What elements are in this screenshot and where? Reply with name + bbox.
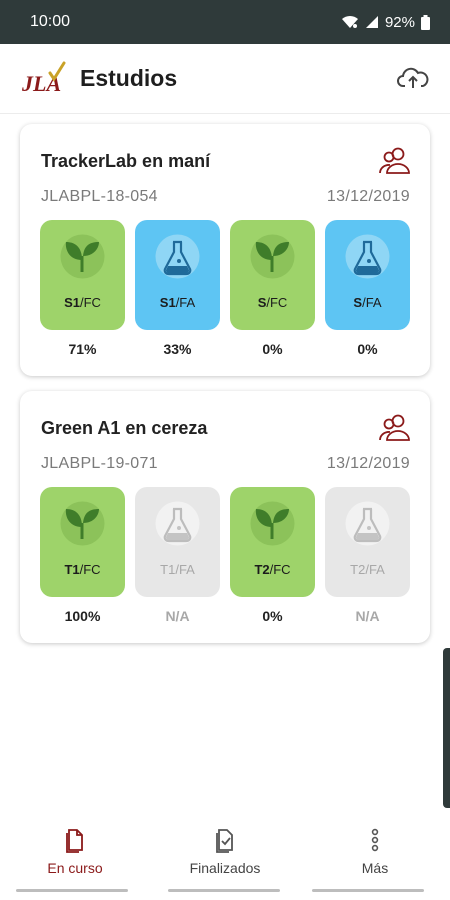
nav-label: Finalizados bbox=[189, 860, 261, 876]
tile-label: T2/FA bbox=[350, 562, 385, 577]
team-icon[interactable] bbox=[378, 146, 412, 176]
study-tiles: S1/FC 71% S1/FA 33% S/FC 0% S/FA 0% bbox=[40, 220, 410, 360]
tile-box[interactable]: S1/FC bbox=[40, 220, 125, 330]
tile-progress: 0% bbox=[262, 608, 283, 624]
tile-label: T2/FC bbox=[254, 562, 291, 577]
tile-label: S/FA bbox=[353, 295, 382, 310]
plant-icon bbox=[250, 234, 295, 279]
study-title: TrackerLab en maní bbox=[41, 151, 211, 171]
study-code: JLABPL-19-071 bbox=[41, 455, 158, 472]
tile-box[interactable]: S1/FA bbox=[135, 220, 220, 330]
study-date: 13/12/2019 bbox=[326, 188, 410, 205]
tile-label: T1/FA bbox=[160, 562, 195, 577]
gesture-bar bbox=[16, 889, 128, 892]
study-card[interactable]: TrackerLab en maní JLABPL-18-054 13/12/2… bbox=[20, 124, 430, 376]
tile-t2-fa[interactable]: T2/FA N/A bbox=[325, 487, 410, 627]
team-icon[interactable] bbox=[378, 413, 412, 443]
tile-progress: 0% bbox=[262, 341, 283, 357]
nav-item-finalizados[interactable]: Finalizados bbox=[150, 826, 300, 876]
tile-t1-fc[interactable]: T1/FC 100% bbox=[40, 487, 125, 627]
plant-icon bbox=[250, 501, 295, 546]
study-card[interactable]: Green A1 en cereza JLABPL-19-071 13/12/2… bbox=[20, 391, 430, 643]
page-title: Estudios bbox=[80, 65, 178, 91]
plant-icon bbox=[60, 234, 105, 279]
nav-item-mas[interactable]: Más bbox=[300, 826, 450, 876]
tile-t1-fa[interactable]: T1/FA N/A bbox=[135, 487, 220, 627]
cloud-upload-button[interactable] bbox=[396, 64, 430, 94]
tile-box[interactable]: T2/FA bbox=[325, 487, 410, 597]
tile-label: T1/FC bbox=[64, 562, 101, 577]
plant-icon bbox=[60, 501, 105, 546]
tile-box[interactable]: S/FA bbox=[325, 220, 410, 330]
tile-s-fc[interactable]: S/FC 0% bbox=[230, 220, 315, 360]
edge-panel-handle[interactable] bbox=[443, 648, 450, 808]
battery-icon bbox=[421, 14, 430, 30]
tile-label: S1/FC bbox=[64, 295, 101, 310]
tile-box[interactable]: T1/FA bbox=[135, 487, 220, 597]
gesture-bar bbox=[312, 889, 424, 892]
status-bar: 10:00 92% bbox=[0, 0, 450, 44]
study-tiles: T1/FC 100% T1/FA N/A T2/FC 0% T2/FA N/A bbox=[40, 487, 410, 627]
battery-percent: 92% bbox=[384, 13, 415, 31]
tile-box[interactable]: S/FC bbox=[230, 220, 315, 330]
status-time: 10:00 bbox=[30, 13, 71, 30]
tile-label: S/FC bbox=[257, 295, 288, 310]
tile-box[interactable]: T1/FC bbox=[40, 487, 125, 597]
tile-progress: 71% bbox=[68, 341, 97, 357]
status-indicators: 92% bbox=[341, 14, 430, 31]
tile-box[interactable]: T2/FC bbox=[230, 487, 315, 597]
flask-icon bbox=[155, 234, 200, 279]
more-vertical-icon bbox=[371, 828, 379, 852]
tile-s1-fa[interactable]: S1/FA 33% bbox=[135, 220, 220, 360]
flask-icon bbox=[345, 234, 390, 279]
tile-t2-fc[interactable]: T2/FC 0% bbox=[230, 487, 315, 627]
study-title: Green A1 en cereza bbox=[41, 418, 208, 438]
bottom-nav: En curso Finalizados Más bbox=[0, 814, 450, 900]
tile-progress: 0% bbox=[357, 341, 378, 357]
nav-label: Más bbox=[361, 860, 389, 876]
tile-progress: N/A bbox=[165, 608, 190, 624]
jla-logo: JLA bbox=[20, 59, 68, 99]
flask-icon bbox=[155, 501, 200, 546]
nav-item-en-curso[interactable]: En curso bbox=[0, 826, 150, 876]
tile-label: S1/FA bbox=[159, 295, 196, 310]
tile-progress: 33% bbox=[163, 341, 192, 357]
signal-icon bbox=[365, 16, 378, 28]
tile-progress: N/A bbox=[355, 608, 380, 624]
document-check-icon bbox=[216, 829, 233, 853]
app-header: JLA Estudios bbox=[0, 44, 450, 114]
document-icon bbox=[66, 829, 83, 853]
studies-list: TrackerLab en maní JLABPL-18-054 13/12/2… bbox=[0, 114, 450, 814]
wifi-icon bbox=[341, 15, 358, 28]
gesture-bar bbox=[168, 889, 280, 892]
nav-label: En curso bbox=[47, 860, 103, 876]
tile-progress: 100% bbox=[64, 608, 101, 624]
tile-s-fa[interactable]: S/FA 0% bbox=[325, 220, 410, 360]
tile-s1-fc[interactable]: S1/FC 71% bbox=[40, 220, 125, 360]
cloud-upload-icon bbox=[397, 67, 429, 88]
study-code: JLABPL-18-054 bbox=[41, 188, 158, 205]
flask-icon bbox=[345, 501, 390, 546]
study-date: 13/12/2019 bbox=[326, 455, 410, 472]
